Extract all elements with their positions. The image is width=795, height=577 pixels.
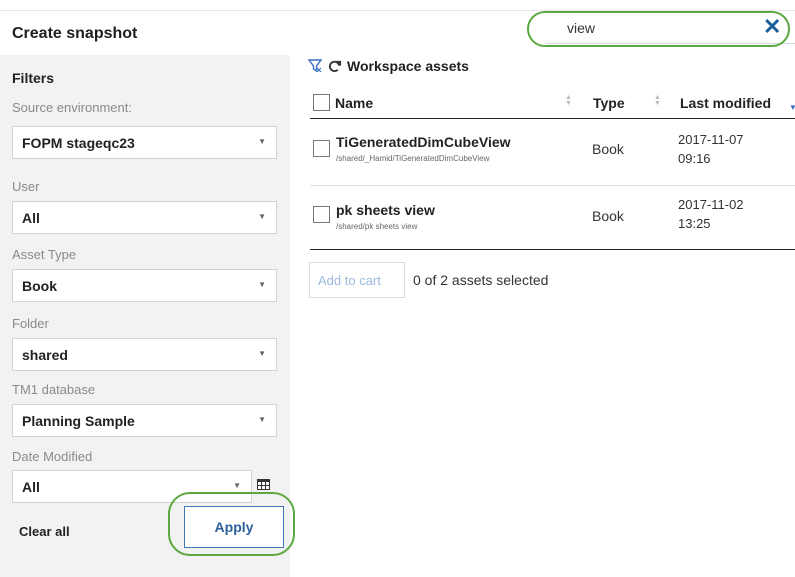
user-select[interactable]: All ▼ — [12, 201, 277, 234]
date-modified-value: All — [22, 479, 40, 495]
table-bottom-rule — [310, 249, 795, 250]
selection-count: 0 of 2 assets selected — [413, 272, 549, 288]
date-modified-label: Date Modified — [12, 449, 93, 464]
caret-down-icon: ▼ — [258, 280, 266, 289]
asset-date: 2017-11-02 — [678, 197, 744, 212]
asset-type: Book — [592, 141, 624, 157]
table-row[interactable]: TiGeneratedDimCubeView /shared/_Hamid/Ti… — [310, 120, 795, 186]
refresh-icon[interactable] — [327, 59, 342, 74]
select-all-checkbox[interactable] — [313, 94, 330, 111]
search-box[interactable]: ✕ — [545, 14, 795, 44]
assets-heading-label: Workspace assets — [347, 58, 469, 74]
assets-heading: Workspace assets — [308, 58, 469, 74]
clear-all-link[interactable]: Clear all — [19, 524, 70, 539]
asset-name[interactable]: TiGeneratedDimCubeView — [336, 134, 511, 150]
column-header-last-modified[interactable]: Last modified — [680, 95, 771, 111]
sort-icon[interactable]: ▲ ▼ — [565, 94, 572, 107]
row-checkbox[interactable] — [313, 140, 330, 157]
asset-type-value: Book — [22, 278, 57, 294]
search-input[interactable] — [567, 16, 747, 40]
row-checkbox[interactable] — [313, 206, 330, 223]
close-icon[interactable]: ✕ — [763, 15, 781, 39]
caret-down-icon: ▼ — [258, 137, 266, 146]
asset-time: 13:25 — [678, 216, 711, 231]
asset-type: Book — [592, 208, 624, 224]
filters-sidebar: Filters Source environment: FOPM stageqc… — [0, 55, 295, 577]
calendar-icon[interactable] — [257, 479, 270, 490]
asset-type-label: Asset Type — [12, 247, 77, 262]
source-environment-select[interactable]: FOPM stageqc23 ▼ — [12, 126, 277, 159]
asset-last-modified: 2017-11-07 09:16 — [678, 130, 778, 168]
tm1-database-label: TM1 database — [12, 382, 96, 397]
caret-down-icon: ▼ — [258, 415, 266, 424]
add-to-cart-button[interactable]: Add to cart — [309, 262, 405, 298]
workspace-assets-panel: Workspace assets Name ▲ ▼ Type ▲ ▼ Last mo… — [290, 50, 795, 577]
asset-type-select[interactable]: Book ▼ — [12, 269, 277, 302]
filter-icon[interactable] — [308, 59, 322, 73]
folder-select[interactable]: shared ▼ — [12, 338, 277, 371]
asset-last-modified: 2017-11-02 13:25 — [678, 195, 778, 233]
user-label: User — [12, 179, 40, 194]
caret-down-icon: ▼ — [233, 481, 241, 490]
asset-path: /shared/pk sheets view — [336, 222, 418, 231]
folder-label: Folder — [12, 316, 49, 331]
column-header-type[interactable]: Type — [593, 95, 625, 111]
caret-down-icon: ▼ — [258, 212, 266, 221]
tm1-database-select[interactable]: Planning Sample ▼ — [12, 404, 277, 437]
tm1-database-value: Planning Sample — [22, 413, 135, 429]
asset-time: 09:16 — [678, 151, 711, 166]
asset-name[interactable]: pk sheets view — [336, 202, 435, 218]
table-header: Name ▲ ▼ Type ▲ ▼ Last modified ▼ — [310, 87, 795, 119]
folder-value: shared — [22, 347, 68, 363]
user-value: All — [22, 210, 40, 226]
column-header-name[interactable]: Name — [335, 95, 373, 111]
source-environment-value: FOPM stageqc23 — [22, 135, 135, 151]
source-environment-label: Source environment: — [12, 100, 132, 115]
header: Create snapshot ✕ — [0, 0, 795, 50]
asset-path: /shared/_Hamid/TiGeneratedDimCubeView — [336, 154, 490, 163]
header-divider — [0, 10, 795, 11]
page-title: Create snapshot — [12, 25, 138, 42]
table-row[interactable]: pk sheets view /shared/pk sheets view Bo… — [310, 185, 795, 251]
apply-button[interactable]: Apply — [184, 506, 284, 548]
sort-descending-icon[interactable]: ▼ — [789, 103, 795, 112]
date-modified-select[interactable]: All ▼ — [12, 470, 252, 503]
caret-down-icon: ▼ — [258, 349, 266, 358]
sort-icon[interactable]: ▲ ▼ — [654, 94, 661, 107]
filters-heading: Filters — [12, 70, 55, 86]
asset-date: 2017-11-07 — [678, 132, 744, 147]
